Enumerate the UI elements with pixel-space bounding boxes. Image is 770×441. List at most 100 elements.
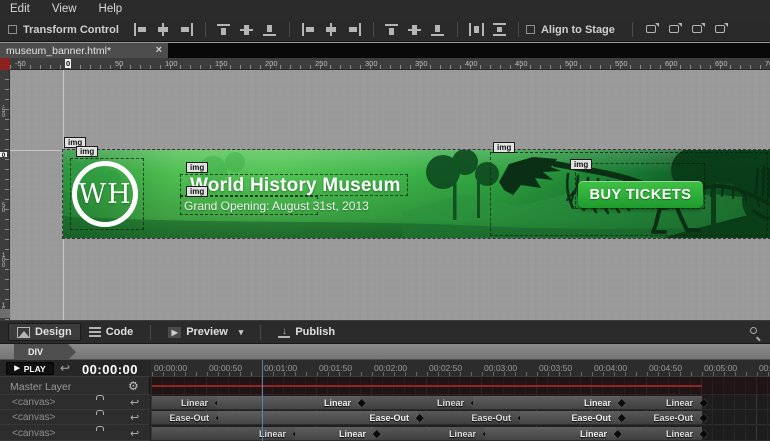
keyframe-diamond-icon[interactable]: ◆ xyxy=(358,397,366,410)
distribute-middle-icon[interactable] xyxy=(408,23,423,36)
keyframe-diamond-icon[interactable]: ◆ xyxy=(618,412,626,425)
master-layer-row[interactable]: Master Layer ⚙ xyxy=(0,377,150,395)
reset-layer-icon[interactable]: ↩ xyxy=(130,396,139,409)
h-ruler-label: 700 xyxy=(765,59,770,68)
menu-item-view[interactable]: View xyxy=(52,3,77,15)
design-mode-button[interactable]: Design xyxy=(8,323,81,341)
h-ruler-label: 150 xyxy=(215,59,228,68)
code-mode-button[interactable]: Code xyxy=(81,324,142,340)
tween-span[interactable]: Ease-Out◆ xyxy=(520,411,620,424)
keyframe-diamond-icon[interactable]: ◆ xyxy=(373,428,381,441)
distribute-center-horizontal-icon[interactable] xyxy=(324,23,339,36)
layer-track[interactable]: ›Linear◆Linear◆Linear◆Linear◆Linear◆ xyxy=(151,395,770,410)
keyframe-diamond-icon[interactable]: ◆ xyxy=(700,428,708,441)
publish-button[interactable]: ↓ Publish xyxy=(270,324,343,340)
timeline-time-label: 00:01:00 xyxy=(264,363,297,373)
align-top-icon[interactable] xyxy=(217,23,232,36)
img-element-tag[interactable]: img xyxy=(493,142,515,153)
play-button[interactable]: ▶ PLAY xyxy=(6,362,54,375)
breadcrumb-div-tag[interactable]: DIV xyxy=(14,344,76,360)
h-ruler-label: 550 xyxy=(615,59,628,68)
rotate-right-icon[interactable] xyxy=(667,23,682,36)
tween-span[interactable]: Linear◆ xyxy=(295,427,375,440)
reset-layer-icon[interactable]: ↩ xyxy=(130,411,139,424)
tween-span[interactable]: Linear◆ xyxy=(473,396,620,409)
timeline-time-label: 00:03:50 xyxy=(539,363,572,373)
play-label: PLAY xyxy=(24,364,46,374)
preview-button[interactable]: ▶ Preview ▾ xyxy=(160,324,251,340)
tween-span[interactable]: Ease-Out◆ xyxy=(620,411,702,424)
h-ruler-label: 350 xyxy=(415,59,428,68)
tab-close-icon[interactable]: × xyxy=(156,45,162,56)
timeline-time-label: 00:05:00 xyxy=(704,363,737,373)
tween-span[interactable]: Linear◆ xyxy=(620,396,702,409)
menu-item-help[interactable]: Help xyxy=(99,3,123,15)
museum-logo[interactable]: WH xyxy=(72,161,138,227)
distribute-top-icon[interactable] xyxy=(385,23,400,36)
loop-toggle-icon[interactable]: ↩ xyxy=(60,361,70,375)
master-layer-track[interactable] xyxy=(151,377,770,395)
banner-artboard[interactable]: WH World History Museum Grand Opening: A… xyxy=(63,150,770,238)
search-icon[interactable] xyxy=(749,326,762,339)
distribute-right-icon[interactable] xyxy=(347,23,362,36)
tween-span[interactable]: Ease-Out◆ xyxy=(218,411,418,424)
layer-name: <canvas> xyxy=(12,428,55,439)
rotate-left-icon[interactable] xyxy=(644,23,659,36)
playhead[interactable] xyxy=(262,360,263,441)
keyframe-diamond-icon[interactable]: ◆ xyxy=(700,412,708,425)
horizontal-ruler[interactable]: -500501001502002503003504004505005506006… xyxy=(10,58,770,70)
menu-item-edit[interactable]: Edit xyxy=(10,3,30,15)
layer-track[interactable]: ›Linear◆Linear◆Linear◆Linear◆Linear◆ xyxy=(151,426,770,441)
easing-label: Linear xyxy=(449,428,476,441)
tween-span[interactable]: Linear◆ xyxy=(152,396,217,409)
align-to-stage-checkbox[interactable] xyxy=(526,25,535,34)
reset-layer-icon[interactable]: ↩ xyxy=(130,427,139,440)
layer-row-header[interactable]: <canvas>↩ xyxy=(0,395,150,410)
transform-control-checkbox[interactable] xyxy=(8,25,17,34)
align-middle-icon[interactable] xyxy=(240,23,255,36)
flip-horizontal-icon[interactable] xyxy=(690,23,705,36)
tween-span[interactable]: Linear◆ xyxy=(616,427,702,440)
tween-span[interactable]: Linear◆ xyxy=(152,427,295,440)
distribute-vertical-spacing-icon[interactable] xyxy=(492,23,507,36)
tab-museum-banner[interactable]: museum_banner.html* × xyxy=(0,43,168,58)
tween-span[interactable]: Linear ◆ xyxy=(375,427,485,440)
keyframe-diamond-icon[interactable]: ◆ xyxy=(614,428,622,441)
img-element-tag[interactable]: img xyxy=(186,162,208,173)
img-element-tag[interactable]: img xyxy=(186,186,208,197)
img-element-tag[interactable]: img xyxy=(76,146,98,157)
vertical-ruler[interactable]: -50050100150 xyxy=(0,70,10,320)
easing-label: Linear xyxy=(437,397,464,410)
keyframe-diamond-icon[interactable]: ◆ xyxy=(618,397,626,410)
distribute-bottom-icon[interactable] xyxy=(431,23,446,36)
layer-row-header[interactable]: <canvas> ↩ xyxy=(0,426,150,441)
banner-subtitle-text[interactable]: Grand Opening: August 31st, 2013 xyxy=(184,199,369,213)
align-right-icon[interactable] xyxy=(179,23,194,36)
img-element-tag[interactable]: img xyxy=(570,159,592,170)
scrollbar-corner[interactable] xyxy=(0,309,10,318)
align-left-icon[interactable] xyxy=(133,23,148,36)
keyframe-diamond-icon[interactable]: ◆ xyxy=(416,412,424,425)
tween-span[interactable]: Linear◆ xyxy=(217,396,360,409)
preview-dropdown-caret-icon[interactable]: ▾ xyxy=(239,327,244,338)
layer-track[interactable]: ›Ease-Out◆Ease-Out◆Ease-Out◆Ease-Out◆Eas… xyxy=(151,410,770,425)
h-ruler-label: 50 xyxy=(115,59,123,68)
layer-row-header[interactable]: <canvas>↩ xyxy=(0,410,150,425)
align-bottom-icon[interactable] xyxy=(263,23,278,36)
keyframe-diamond-icon[interactable]: ◆ xyxy=(700,397,708,410)
banner-title-text[interactable]: World History Museum xyxy=(190,175,401,197)
tween-span[interactable]: Ease-Out◆ xyxy=(418,411,520,424)
buy-tickets-button[interactable]: BUY TICKETS xyxy=(578,181,703,208)
timeline-ruler[interactable]: 00:00:0000:00:5000:01:0000:01:5000:02:00… xyxy=(151,360,770,377)
gear-icon[interactable]: ⚙ xyxy=(128,379,139,393)
distribute-horizontal-spacing-icon[interactable] xyxy=(469,23,484,36)
flip-vertical-icon[interactable] xyxy=(713,23,728,36)
tween-span[interactable]: Ease-Out◆ xyxy=(152,411,218,424)
h-ruler-label: -50 xyxy=(15,59,26,68)
tween-span[interactable]: Linear◆ xyxy=(485,427,616,440)
stage-workspace[interactable]: WH World History Museum Grand Opening: A… xyxy=(0,58,770,320)
align-center-horizontal-icon[interactable] xyxy=(156,23,171,36)
tween-span[interactable]: Linear ◆ xyxy=(360,396,473,409)
distribute-left-icon[interactable] xyxy=(301,23,316,36)
ruler-origin-box[interactable] xyxy=(0,58,10,70)
